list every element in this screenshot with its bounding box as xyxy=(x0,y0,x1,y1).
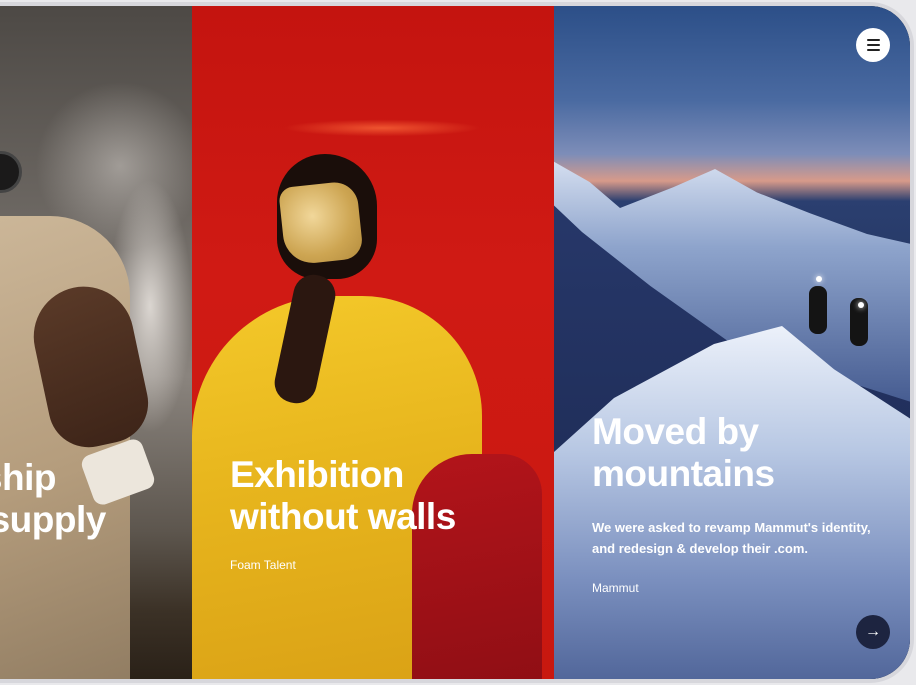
hamburger-icon xyxy=(866,44,880,46)
menu-button[interactable] xyxy=(856,28,890,62)
project-3-title-line-1: Moved by xyxy=(592,411,759,452)
project-3-description-line-2: and redesign & develop their .com. xyxy=(592,541,808,556)
project-1-title-line-3: itsupply xyxy=(0,499,106,540)
next-button[interactable]: → xyxy=(856,615,890,649)
project-1-title-line-2: rship xyxy=(0,457,56,498)
project-3-caption: Moved by mountains We were asked to reva… xyxy=(592,411,871,595)
project-1-caption: e rship itsupply xyxy=(0,415,106,541)
project-2-title-line-2: without walls xyxy=(230,496,456,537)
arrow-right-icon: → xyxy=(865,623,881,640)
project-3-client: Mammut xyxy=(592,581,639,595)
project-3-title-line-2: mountains xyxy=(592,453,775,494)
project-2-title-line-1: Exhibition xyxy=(230,454,404,495)
project-3-image-headlamp xyxy=(816,276,822,282)
project-3-image-headlamp xyxy=(858,302,864,308)
project-2-caption: Exhibition without walls Foam Talent xyxy=(230,454,456,572)
project-3-image-climber xyxy=(809,286,827,334)
hamburger-icon xyxy=(866,49,880,51)
hamburger-icon xyxy=(866,39,880,41)
project-3-description: We were asked to revamp Mammut's identit… xyxy=(592,517,871,559)
project-card-1[interactable]: e rship itsupply xyxy=(0,6,192,679)
project-2-client: Foam Talent xyxy=(230,558,296,572)
project-3-description-line-1: We were asked to revamp Mammut's identit… xyxy=(592,520,871,535)
showcase-frame: e rship itsupply Exhibition without wall… xyxy=(0,6,910,679)
project-card-3[interactable]: Moved by mountains We were asked to reva… xyxy=(554,6,910,679)
project-2-image-collage-mask xyxy=(278,180,364,266)
project-1-title-line-1: e xyxy=(0,415,106,457)
project-card-2[interactable]: Exhibition without walls Foam Talent xyxy=(192,6,554,679)
